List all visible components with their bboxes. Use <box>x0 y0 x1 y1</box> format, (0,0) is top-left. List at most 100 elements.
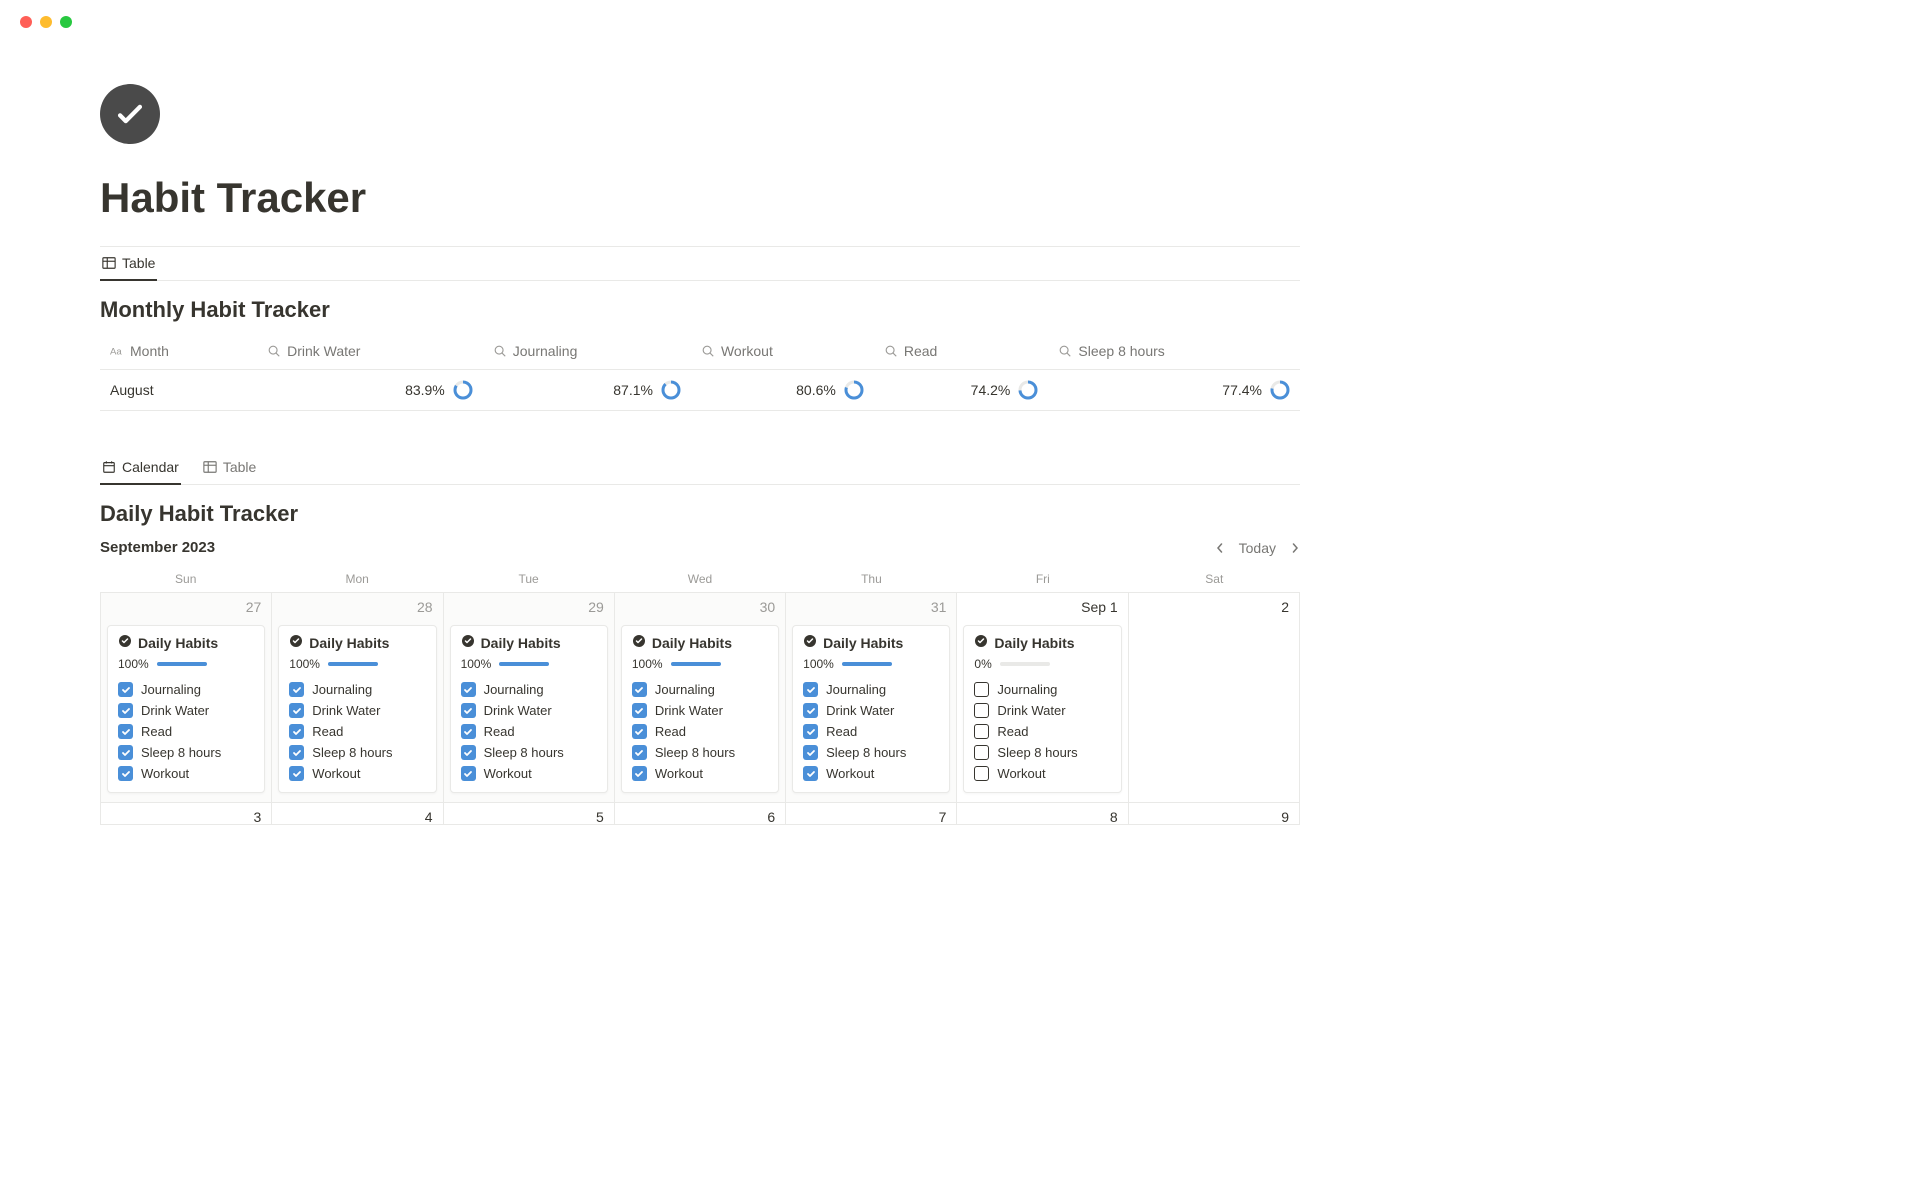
habit-label: Journaling <box>655 682 715 697</box>
habit-item: Drink Water <box>632 700 768 721</box>
table-row[interactable]: August 83.9% 87.1% 80.6% 74.2% 77.4% <box>100 370 1300 411</box>
read-cell: 74.2% <box>874 370 1049 411</box>
checkbox-checked-icon[interactable] <box>632 724 647 739</box>
progress-row: 100% <box>461 657 597 671</box>
minimize-window-button[interactable] <box>40 16 52 28</box>
checkbox-checked-icon[interactable] <box>118 703 133 718</box>
daily-habit-card[interactable]: Daily Habits 0% JournalingDrink WaterRea… <box>963 625 1121 793</box>
habit-card-title: Daily Habits <box>994 635 1074 651</box>
habit-item: Sleep 8 hours <box>118 742 254 763</box>
checkbox-checked-icon[interactable] <box>632 766 647 781</box>
checkbox-checked-icon[interactable] <box>289 703 304 718</box>
checkbox-checked-icon[interactable] <box>118 682 133 697</box>
col-month[interactable]: AaMonth <box>100 335 257 370</box>
habit-item: Read <box>461 721 597 742</box>
progress-ring-icon <box>661 380 681 400</box>
daily-habit-card[interactable]: Daily Habits 100% JournalingDrink WaterR… <box>792 625 950 793</box>
tab-calendar-daily[interactable]: Calendar <box>100 451 181 485</box>
checkbox-checked-icon[interactable] <box>118 766 133 781</box>
habit-card-title: Daily Habits <box>309 635 389 651</box>
habit-label: Workout <box>655 766 703 781</box>
checkbox-checked-icon[interactable] <box>118 724 133 739</box>
today-button[interactable]: Today <box>1239 540 1276 556</box>
checkbox-unchecked-icon[interactable] <box>974 682 989 697</box>
calendar-cell[interactable]: 3 <box>101 803 272 825</box>
maximize-window-button[interactable] <box>60 16 72 28</box>
calendar-cell[interactable]: 8 <box>957 803 1128 825</box>
checkbox-checked-icon[interactable] <box>289 745 304 760</box>
date-number: 7 <box>939 809 947 825</box>
checkbox-unchecked-icon[interactable] <box>974 745 989 760</box>
progress-bar <box>671 662 721 666</box>
checkbox-checked-icon[interactable] <box>461 724 476 739</box>
checkbox-checked-icon[interactable] <box>289 766 304 781</box>
calendar-cell[interactable]: 9 <box>1129 803 1300 825</box>
calendar-cell[interactable]: Sep 1 Daily Habits 0% JournalingDrink Wa… <box>957 593 1128 803</box>
progress-pct: 100% <box>289 657 320 671</box>
checkbox-checked-icon[interactable] <box>118 745 133 760</box>
chevron-right-icon[interactable] <box>1290 543 1300 553</box>
calendar-cell[interactable]: 31 Daily Habits 100% JournalingDrink Wat… <box>786 593 957 803</box>
calendar-cell[interactable]: 7 <box>786 803 957 825</box>
col-workout[interactable]: Workout <box>691 335 874 370</box>
progress-row: 0% <box>974 657 1110 671</box>
checkbox-unchecked-icon[interactable] <box>974 724 989 739</box>
habit-label: Journaling <box>826 682 886 697</box>
daily-habit-card[interactable]: Daily Habits 100% JournalingDrink WaterR… <box>107 625 265 793</box>
habit-label: Sleep 8 hours <box>141 745 221 760</box>
col-sleep[interactable]: Sleep 8 hours <box>1048 335 1300 370</box>
weekday-label: Sat <box>1129 566 1300 592</box>
date-number: 30 <box>760 599 776 615</box>
close-window-button[interactable] <box>20 16 32 28</box>
calendar-cell[interactable]: 6 <box>615 803 786 825</box>
habit-card-title: Daily Habits <box>481 635 561 651</box>
calendar-cell[interactable]: 28 Daily Habits 100% JournalingDrink Wat… <box>272 593 443 803</box>
checkbox-checked-icon[interactable] <box>289 682 304 697</box>
checkbox-checked-icon[interactable] <box>803 682 818 697</box>
checkbox-unchecked-icon[interactable] <box>974 766 989 781</box>
checkbox-checked-icon[interactable] <box>632 703 647 718</box>
daily-habit-card[interactable]: Daily Habits 100% JournalingDrink WaterR… <box>621 625 779 793</box>
habit-label: Read <box>141 724 172 739</box>
col-read[interactable]: Read <box>874 335 1049 370</box>
date-number: 28 <box>417 599 433 615</box>
habit-item: Sleep 8 hours <box>803 742 939 763</box>
tab-table-daily[interactable]: Table <box>201 451 258 485</box>
checkbox-checked-icon[interactable] <box>632 682 647 697</box>
col-journaling[interactable]: Journaling <box>483 335 691 370</box>
chevron-left-icon[interactable] <box>1215 543 1225 553</box>
habit-card-title: Daily Habits <box>138 635 218 651</box>
checkbox-unchecked-icon[interactable] <box>974 703 989 718</box>
checkbox-checked-icon[interactable] <box>461 682 476 697</box>
calendar-cell[interactable]: 30 Daily Habits 100% JournalingDrink Wat… <box>615 593 786 803</box>
checkbox-checked-icon[interactable] <box>461 703 476 718</box>
progress-bar <box>842 662 892 666</box>
calendar-cell[interactable]: 4 <box>272 803 443 825</box>
checkbox-checked-icon[interactable] <box>803 745 818 760</box>
date-number: 29 <box>588 599 604 615</box>
monthly-view-tabs: Table <box>100 247 1300 281</box>
checkbox-checked-icon[interactable] <box>632 745 647 760</box>
col-drink-water[interactable]: Drink Water <box>257 335 483 370</box>
checkbox-checked-icon[interactable] <box>803 724 818 739</box>
daily-habit-card[interactable]: Daily Habits 100% JournalingDrink WaterR… <box>450 625 608 793</box>
checkbox-checked-icon[interactable] <box>289 724 304 739</box>
pct-value: 77.4% <box>1222 382 1262 398</box>
checkbox-checked-icon[interactable] <box>803 766 818 781</box>
calendar-cell[interactable]: 5 <box>444 803 615 825</box>
calendar-cell[interactable]: 2 <box>1129 593 1300 803</box>
habit-item: Workout <box>632 763 768 784</box>
checkmark-badge-icon <box>118 634 132 651</box>
calendar-icon <box>102 460 116 474</box>
tab-table-monthly[interactable]: Table <box>100 247 157 281</box>
date-number: 8 <box>1110 809 1118 825</box>
col-label: Workout <box>721 343 773 359</box>
checkbox-checked-icon[interactable] <box>461 745 476 760</box>
monthly-section-title: Monthly Habit Tracker <box>100 297 1300 323</box>
habit-label: Read <box>312 724 343 739</box>
calendar-cell[interactable]: 27 Daily Habits 100% JournalingDrink Wat… <box>101 593 272 803</box>
checkbox-checked-icon[interactable] <box>803 703 818 718</box>
daily-habit-card[interactable]: Daily Habits 100% JournalingDrink WaterR… <box>278 625 436 793</box>
calendar-cell[interactable]: 29 Daily Habits 100% JournalingDrink Wat… <box>444 593 615 803</box>
checkbox-checked-icon[interactable] <box>461 766 476 781</box>
